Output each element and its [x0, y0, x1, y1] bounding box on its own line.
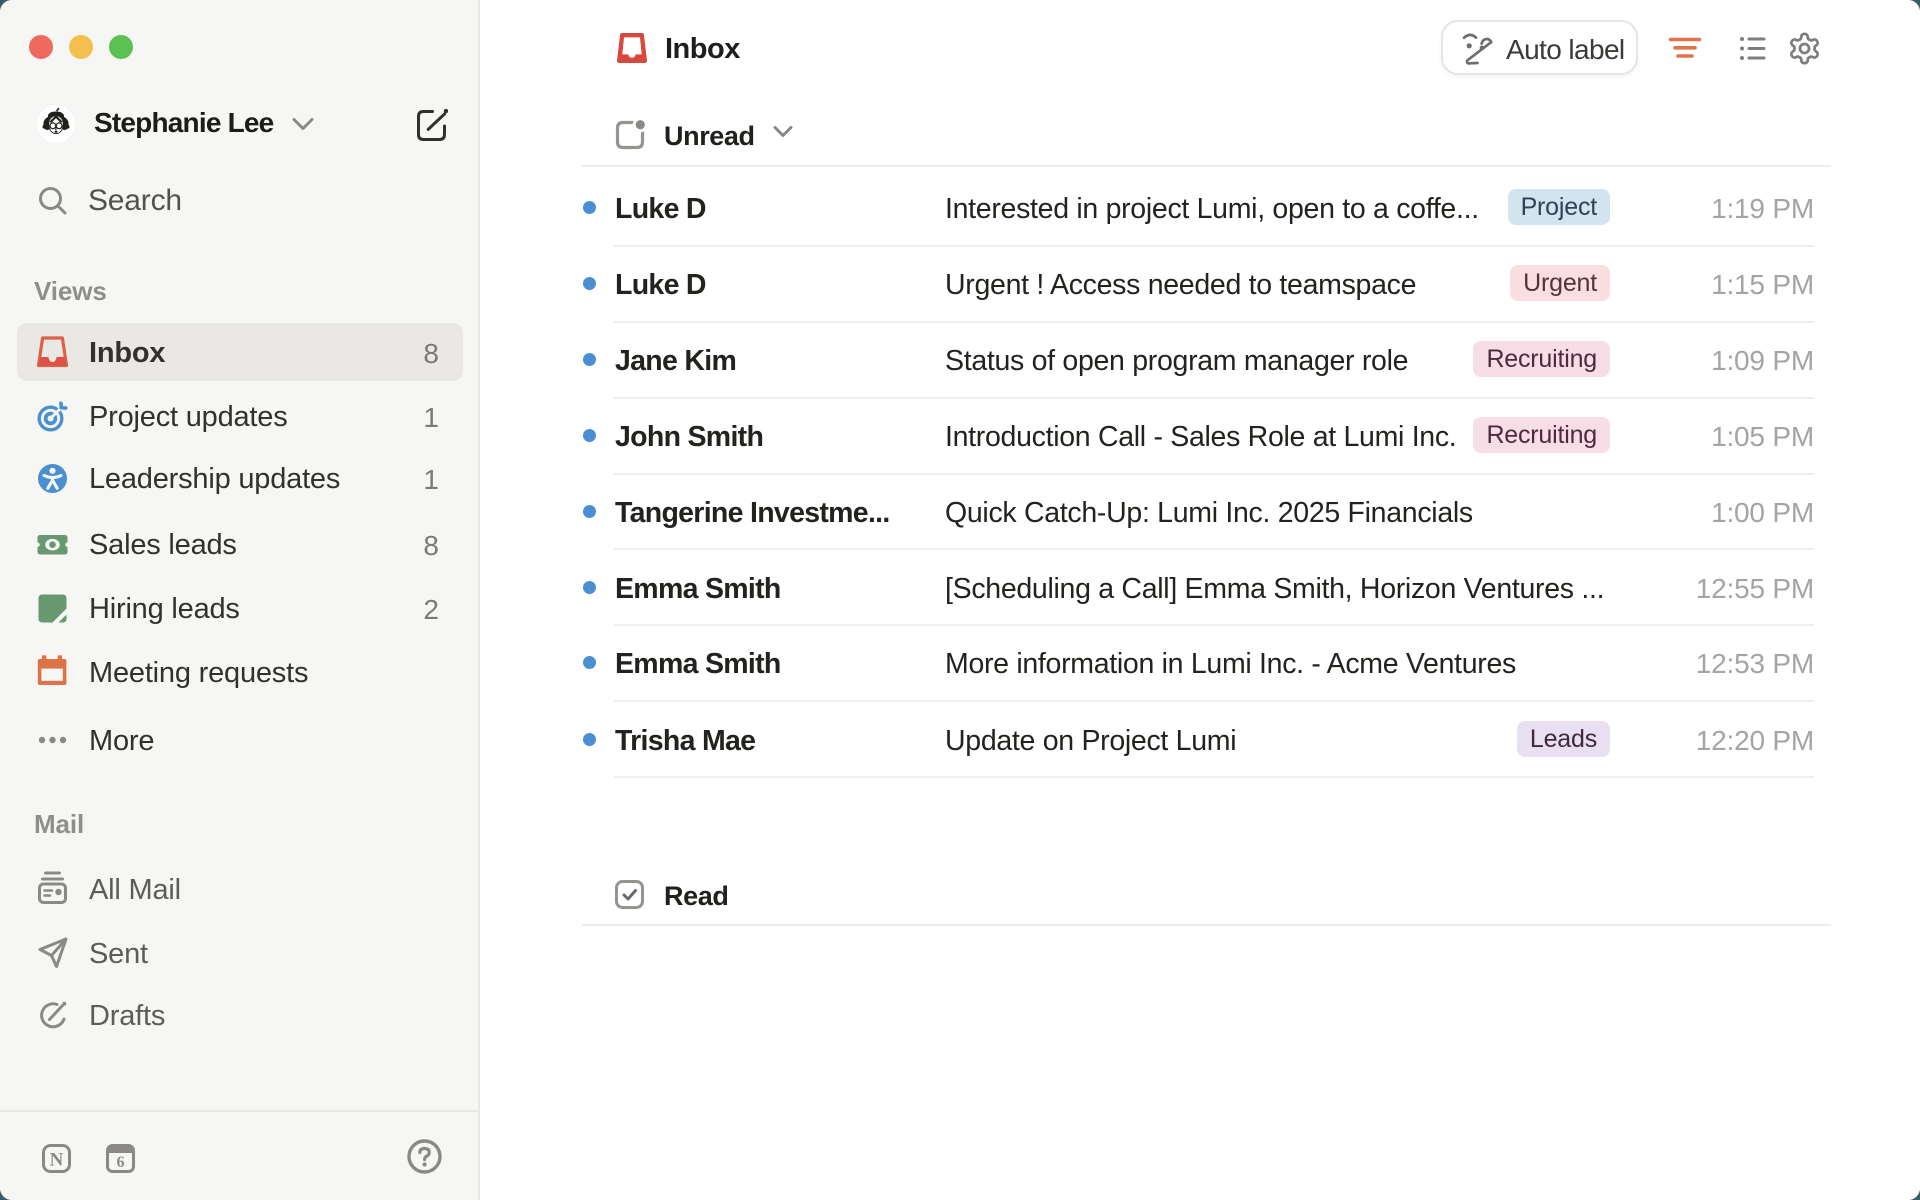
svg-text:N: N [50, 1150, 64, 1171]
svg-text:6: 6 [117, 1154, 125, 1171]
